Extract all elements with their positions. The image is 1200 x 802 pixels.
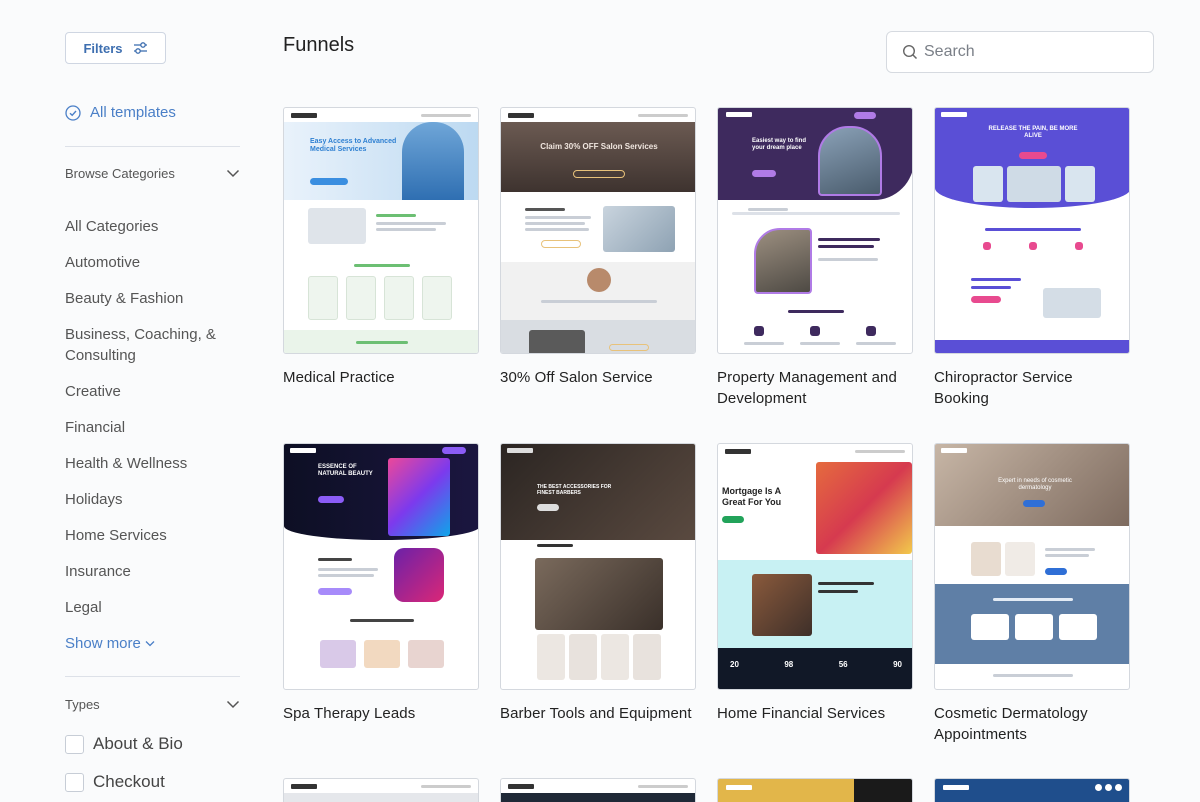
search-box[interactable] [886,31,1154,73]
template-card-cosmetic-dermatology[interactable]: Expert in needs of cosmetic dermatology … [934,443,1130,745]
thumbnail-headline: THE BEST ACCESSORIES FOR FINEST BARBERS [537,484,612,496]
template-thumbnail: Mortgage Is A Great For You 20 98 56 90 [717,443,913,690]
show-more-label: Show more [65,635,141,652]
category-item-automotive[interactable]: Automotive [65,252,240,273]
template-thumbnail: Expert in needs of cosmetic dermatology [934,443,1130,690]
type-filter-about-bio[interactable]: About & Bio [65,734,183,754]
template-card-chiropractor[interactable]: RELEASE THE PAIN, BE MORE ALIVE Chiropra… [934,107,1130,409]
thumbnail-headline: Mortgage Is A Great For You [722,486,782,507]
all-templates-label: All templates [90,104,176,121]
check-circle-icon [65,104,81,121]
filter-sidebar: Filters All templates Browse Categories … [0,0,260,802]
category-item-all[interactable]: All Categories [65,216,240,237]
browse-categories-toggle[interactable]: Browse Categories [65,166,240,181]
template-card-medical-practice[interactable]: Easy Access to Advanced Medical Services… [283,107,479,388]
category-item-insurance[interactable]: Insurance [65,561,240,582]
template-card-title: Home Financial Services [717,705,886,722]
type-label: About & Bio [93,734,183,753]
category-item-health-wellness[interactable]: Health & Wellness [65,453,240,474]
category-item-business[interactable]: Business, Coaching, & Consulting [65,324,240,366]
types-heading: Types [65,697,100,712]
template-thumbnail: RELEASE THE PAIN, BE MORE ALIVE [934,107,1130,354]
thumbnail-headline: Expert in needs of cosmetic dermatology [998,478,1072,491]
category-list: All Categories Automotive Beauty & Fashi… [65,216,240,633]
browse-categories-heading: Browse Categories [65,166,175,181]
template-card-property-management[interactable]: Easiest way to find your dream place Pro… [717,107,913,409]
checkout-checkbox[interactable] [65,772,84,792]
category-item-beauty-fashion[interactable]: Beauty & Fashion [65,288,240,309]
template-card-title: Chiropractor Service Booking [934,369,1073,407]
template-card-peek[interactable] [934,778,1130,802]
template-card-title: Barber Tools and Equipment [500,705,692,722]
search-icon [902,44,918,60]
category-item-home-services[interactable]: Home Services [65,525,240,546]
thumbnail-headline: Easy Access to Advanced Medical Services [310,138,397,153]
template-thumbnail: Easy Access to Advanced Medical Services [283,107,479,354]
divider [65,676,240,677]
category-item-legal[interactable]: Legal [65,597,240,618]
chevron-down-icon [145,641,155,647]
thumbnail-headline: Claim 30% OFF Salon Services [540,142,658,151]
template-card-peek[interactable] [283,778,479,802]
template-thumbnail: ESSENCE OF NATURAL BEAUTY [283,443,479,690]
all-templates-link[interactable]: All templates [65,104,176,121]
show-more-link[interactable]: Show more [65,635,155,652]
page-title: Funnels [283,34,355,56]
search-input[interactable] [924,43,1144,61]
filters-button[interactable]: Filters [65,32,166,64]
template-card-title: Medical Practice [283,369,395,386]
types-toggle[interactable]: Types [65,697,240,712]
thumbnail-headline: ESSENCE OF NATURAL BEAUTY [318,464,373,477]
about-bio-checkbox[interactable] [65,734,84,754]
template-thumbnail: THE BEST ACCESSORIES FOR FINEST BARBERS [500,443,696,690]
type-filter-checkout[interactable]: Checkout [65,772,165,792]
divider [65,146,240,147]
category-item-financial[interactable]: Financial [65,417,240,438]
template-card-barber-tools[interactable]: THE BEST ACCESSORIES FOR FINEST BARBERS … [500,443,696,724]
template-card-spa-therapy[interactable]: ESSENCE OF NATURAL BEAUTY Spa Therapy Le… [283,443,479,724]
sliders-icon [133,42,147,54]
template-card-peek[interactable] [717,778,913,802]
filters-button-label: Filters [83,40,123,56]
chevron-down-icon [226,700,240,709]
template-card-peek[interactable] [500,778,696,802]
chevron-down-icon [226,169,240,178]
thumbnail-headline: Easiest way to find your dream place [752,138,807,151]
template-thumbnail: Easiest way to find your dream place [717,107,913,354]
category-item-creative[interactable]: Creative [65,381,240,402]
template-card-title: Spa Therapy Leads [283,705,416,722]
thumbnail-headline: RELEASE THE PAIN, BE MORE ALIVE [988,126,1078,139]
template-card-title: Cosmetic Dermatology Appointments [934,705,1088,743]
template-card-title: 30% Off Salon Service [500,369,653,386]
category-item-holidays[interactable]: Holidays [65,489,240,510]
template-card-title: Property Management and Development [717,369,897,407]
template-card-home-financial[interactable]: Mortgage Is A Great For You 20 98 56 90 Hom… [717,443,913,724]
type-label: Checkout [93,772,165,791]
template-card-salon-service[interactable]: Claim 30% OFF Salon Services 30% Off Sal… [500,107,696,388]
template-thumbnail: Claim 30% OFF Salon Services [500,107,696,354]
